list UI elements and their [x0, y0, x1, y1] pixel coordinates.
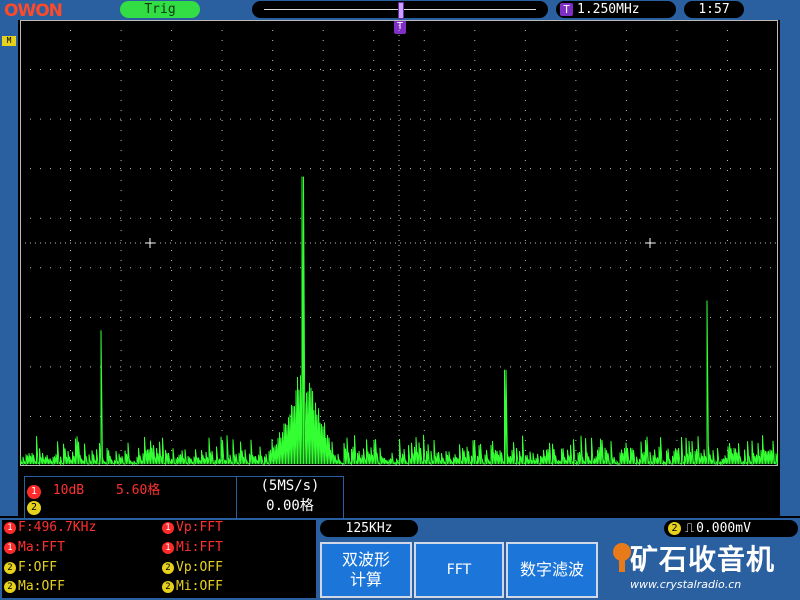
measurement-text: Mi:FFT [176, 540, 223, 555]
measurement-text: Vp:OFF [176, 560, 223, 575]
watermark-name: 矿石收音机 [630, 543, 776, 576]
ch1-badge: 1 [27, 485, 41, 499]
measurement-text: F:496.7KHz [18, 520, 97, 535]
ch1-dot: 1 [162, 522, 174, 534]
ch2-info-row: 2 [27, 499, 45, 515]
memory-position-bar[interactable] [252, 1, 548, 19]
ch1-dot: 1 [4, 542, 16, 554]
measurement-ch2-min: 2 Mi:OFF [162, 579, 223, 594]
watermark: 矿石收音机 www.crystalradio.cn [610, 538, 800, 598]
trigger-frequency: 1.250MHz [577, 2, 640, 17]
brand-logo: OWON [4, 1, 63, 21]
measurement-ch1-max: 1 Ma:FFT [4, 540, 65, 555]
measurement-ch2-frequency: 2 F:OFF [4, 560, 57, 575]
ch2-dot: 2 [162, 581, 174, 593]
trigger-status-badge: Trig [120, 1, 200, 18]
top-status-bar: OWON Trig T 1.250MHz 1:57 [0, 0, 800, 21]
ch2-badge: 2 [27, 501, 41, 515]
trigger-marker-icon: T [560, 3, 573, 16]
timebase-readout: 125KHz [320, 520, 418, 537]
ch1-scale: 10dB [52, 483, 85, 498]
ch1-dot: 1 [162, 542, 174, 554]
trigger-frequency-readout: T 1.250MHz [556, 1, 676, 18]
watermark-url: www.crystalradio.cn [630, 578, 742, 591]
measurement-ch1-frequency: 1 F:496.7KHz [4, 520, 96, 535]
softkey-digital-filter[interactable]: 数字滤波 [506, 542, 598, 598]
measurement-text: Ma:OFF [18, 579, 65, 594]
measurement-ch2-max: 2 Ma:OFF [4, 579, 65, 594]
trigger-level-value: 0.000mV [696, 521, 751, 536]
measurement-ch1-min: 1 Mi:FFT [162, 540, 223, 555]
clock: 1:57 [684, 1, 744, 18]
measurement-text: Mi:OFF [176, 579, 223, 594]
left-sidebar: M [0, 20, 18, 516]
ch2-dot: 2 [4, 581, 16, 593]
ch1-info-row: 1 10dB 5.60格 [27, 479, 160, 499]
memory-position-marker[interactable] [398, 2, 404, 19]
channel-ground-marker-icon[interactable]: M [2, 36, 16, 46]
ch2-dot: 2 [162, 562, 174, 574]
ch2-dot: 2 [4, 562, 16, 574]
right-sidebar [780, 20, 800, 516]
softkey-fft[interactable]: FFT [414, 542, 504, 598]
sample-rate: (5MS/s) [260, 478, 320, 494]
measurement-text: F:OFF [18, 560, 58, 575]
softkey-label: 数字滤波 [519, 560, 584, 579]
sample-rate-panel: (5MS/s) 0.00格 [236, 476, 343, 518]
softkey-label: FFT [446, 562, 472, 578]
ch2-dot: 2 [668, 522, 681, 535]
measurement-ch2-vpp: 2 Vp:OFF [162, 560, 223, 575]
softkey-label: 双波形 计算 [341, 550, 390, 589]
ch1-position: 5.60格 [115, 483, 161, 498]
measurement-text: Ma:FFT [18, 540, 65, 555]
rising-edge-icon: ⎍ [685, 521, 695, 536]
waveform-display[interactable] [20, 20, 778, 466]
plot-border [20, 20, 778, 466]
trigger-level-readout: 2 ⎍ 0.000mV [664, 520, 798, 537]
measurement-panel: 1 F:496.7KHz 1 Vp:FFT 1 Ma:FFT 1 Mi:FFT 2 F:O… [2, 520, 316, 598]
horizontal-position: 0.00格 [266, 498, 314, 514]
ch1-dot: 1 [4, 522, 16, 534]
measurement-text: Vp:FFT [176, 520, 223, 535]
measurement-ch1-vpp: 1 Vp:FFT [162, 520, 223, 535]
softkey-dual-waveform-math[interactable]: 双波形 计算 [320, 542, 412, 598]
